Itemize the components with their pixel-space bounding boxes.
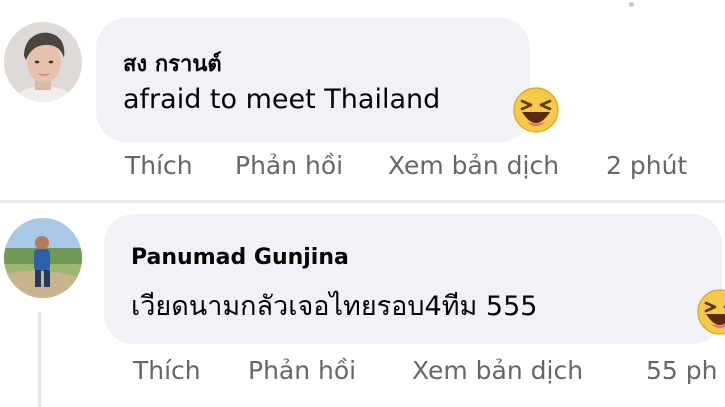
comment-timestamp[interactable]: 2 phút [606,151,687,180]
see-translation-button[interactable]: Xem bản dịch [412,356,583,385]
reply-button[interactable]: Phản hồi [235,151,343,180]
comment-text: afraid to meet Thailand [123,84,441,115]
laughing-face-emoji-icon [512,86,560,134]
comment-divider [0,200,725,203]
like-button[interactable]: Thích [125,151,193,180]
comment-author[interactable]: สง กรานต์ [123,46,222,81]
corner-dot [629,2,634,7]
comment-timestamp[interactable]: 55 ph [646,356,717,385]
comment-text: เวียดนามกลัวเจอไทยรอบ4ทีม 555 [131,291,538,322]
like-button[interactable]: Thích [133,356,201,385]
avatar[interactable] [4,218,82,298]
avatar[interactable] [4,22,82,102]
reply-thread-line [38,312,41,407]
avatar-photo-icon [4,218,82,298]
comment-author[interactable]: Panumad Gunjina [131,245,349,270]
laughing-face-emoji-icon [696,288,725,336]
see-translation-button[interactable]: Xem bản dịch [388,151,559,180]
avatar-photo-icon [4,22,82,102]
reply-button[interactable]: Phản hồi [248,356,356,385]
